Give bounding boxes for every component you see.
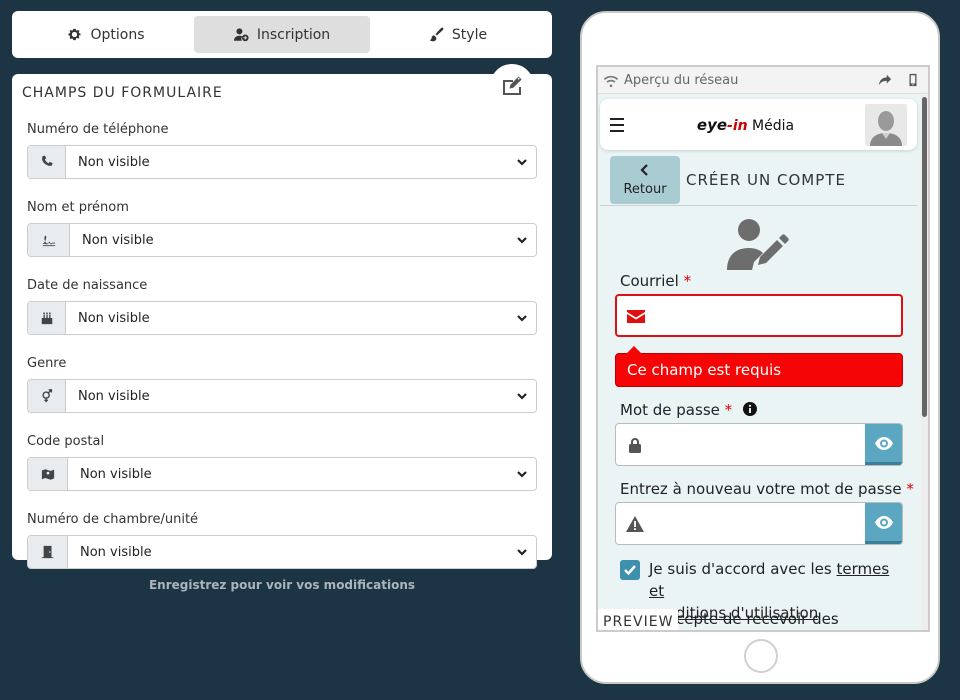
phone-icon (28, 146, 66, 178)
field-postal-code: Code postal Non visible (27, 434, 537, 491)
field-label: Numéro de chambre/unité (27, 512, 199, 527)
lock-icon (629, 437, 641, 453)
home-button[interactable] (744, 639, 778, 673)
tab-options-label: Options (90, 26, 145, 43)
eye-icon (874, 515, 893, 529)
form-title: CRÉER UN COMPTE (686, 171, 846, 189)
terms-checkbox[interactable] (620, 560, 640, 580)
password-field[interactable] (615, 423, 903, 466)
phone-visibility-select[interactable]: Non visible (27, 145, 537, 179)
email-label: Courriel * (620, 272, 692, 290)
create-account-form: Retour CRÉER UN COMPTE Courriel * Ce cha… (600, 155, 917, 630)
fields-panel-title: CHAMPS DU FORMULAIRE (22, 85, 223, 101)
field-label: Numéro de téléphone (27, 122, 169, 137)
field-label: Date de naissance (27, 278, 148, 293)
chevron-down-icon (517, 393, 527, 400)
checkmark-icon (624, 565, 636, 575)
select-value: Non visible (78, 310, 150, 326)
hamburger-menu-icon[interactable] (610, 117, 626, 132)
show-password-confirm-button[interactable] (865, 503, 902, 544)
back-label: Retour (623, 181, 667, 197)
form-fields-panel: CHAMPS DU FORMULAIRE Numéro de téléphone… (12, 64, 552, 569)
tab-style-label: Style (451, 26, 488, 43)
user-plus-icon (233, 28, 249, 42)
select-value: Non visible (78, 154, 150, 170)
field-label: Code postal (27, 434, 105, 449)
network-bar: Aperçu du réseau (598, 67, 928, 94)
show-password-button[interactable] (865, 424, 902, 465)
field-phone: Numéro de téléphone Non visible (27, 122, 537, 179)
birthdate-visibility-select[interactable]: Non visible (27, 301, 537, 335)
back-button[interactable]: Retour (610, 156, 680, 204)
select-value: Non visible (82, 232, 154, 248)
preview-label: PREVIEW (598, 609, 679, 630)
phone-frame: Aperçu du réseau eye-in Média Retour CRÉ… (580, 11, 940, 684)
warning-icon (626, 515, 644, 532)
password-confirm-field[interactable] (615, 502, 903, 545)
field-gender: Genre Non visible (27, 356, 537, 413)
postal-code-visibility-select[interactable]: Non visible (27, 457, 537, 491)
gender-icon (28, 380, 66, 412)
chevron-down-icon (517, 159, 527, 166)
password-confirm-label: Entrez à nouveau votre mot de passe * (620, 480, 914, 498)
tab-inscription-label: Inscription (256, 26, 331, 43)
field-birthdate: Date de naissance Non visible (27, 278, 537, 335)
edit-icon (503, 76, 522, 95)
network-label: Aperçu du réseau (624, 72, 739, 88)
form-header: Retour CRÉER UN COMPTE (600, 155, 917, 206)
field-name: Nom et prénom Non visible (27, 200, 537, 257)
gear-icon (68, 28, 81, 41)
select-value: Non visible (80, 544, 152, 560)
select-value: Non visible (78, 388, 150, 404)
email-error-tooltip: Ce champ est requis (615, 346, 903, 387)
info-icon[interactable] (742, 402, 757, 416)
screen-scrollbar[interactable] (921, 95, 928, 630)
birthday-cake-icon (28, 302, 66, 334)
edit-form-button[interactable] (490, 64, 534, 108)
save-hint-text: Enregistrez pour voir vos modifications (148, 578, 416, 592)
tab-options[interactable]: Options (18, 16, 194, 53)
door-icon (28, 536, 68, 568)
email-field[interactable] (615, 294, 903, 337)
avatar[interactable] (865, 103, 907, 146)
share-icon[interactable] (878, 73, 892, 87)
password-label: Mot de passe * (620, 401, 757, 419)
brush-icon (429, 27, 444, 42)
name-visibility-select[interactable]: Non visible (27, 223, 537, 257)
envelope-icon (627, 309, 645, 323)
user-edit-icon (727, 219, 789, 270)
tab-style[interactable]: Style (370, 16, 546, 53)
chevron-down-icon (517, 237, 527, 244)
signature-icon (28, 224, 70, 256)
settings-tabbar: Options Inscription Style (12, 11, 552, 58)
brand-logo: eye-in Média (696, 115, 795, 134)
chevron-down-icon (517, 315, 527, 322)
tab-inscription[interactable]: Inscription (194, 16, 370, 53)
room-number-visibility-select[interactable]: Non visible (27, 535, 537, 569)
chevron-left-icon (640, 163, 648, 176)
wifi-icon (603, 75, 619, 87)
select-value: Non visible (80, 466, 152, 482)
map-icon (28, 458, 68, 490)
app-header: eye-in Média (600, 99, 917, 150)
chevron-down-icon (517, 471, 527, 478)
field-label: Nom et prénom (27, 200, 129, 215)
eye-icon (874, 436, 893, 450)
chevron-down-icon (517, 549, 527, 556)
mobile-device-icon[interactable] (906, 73, 920, 87)
gender-visibility-select[interactable]: Non visible (27, 379, 537, 413)
field-room-number: Numéro de chambre/unité Non visible (27, 512, 537, 569)
phone-screen: Aperçu du réseau eye-in Média Retour CRÉ… (596, 65, 930, 632)
field-label: Genre (27, 356, 67, 371)
